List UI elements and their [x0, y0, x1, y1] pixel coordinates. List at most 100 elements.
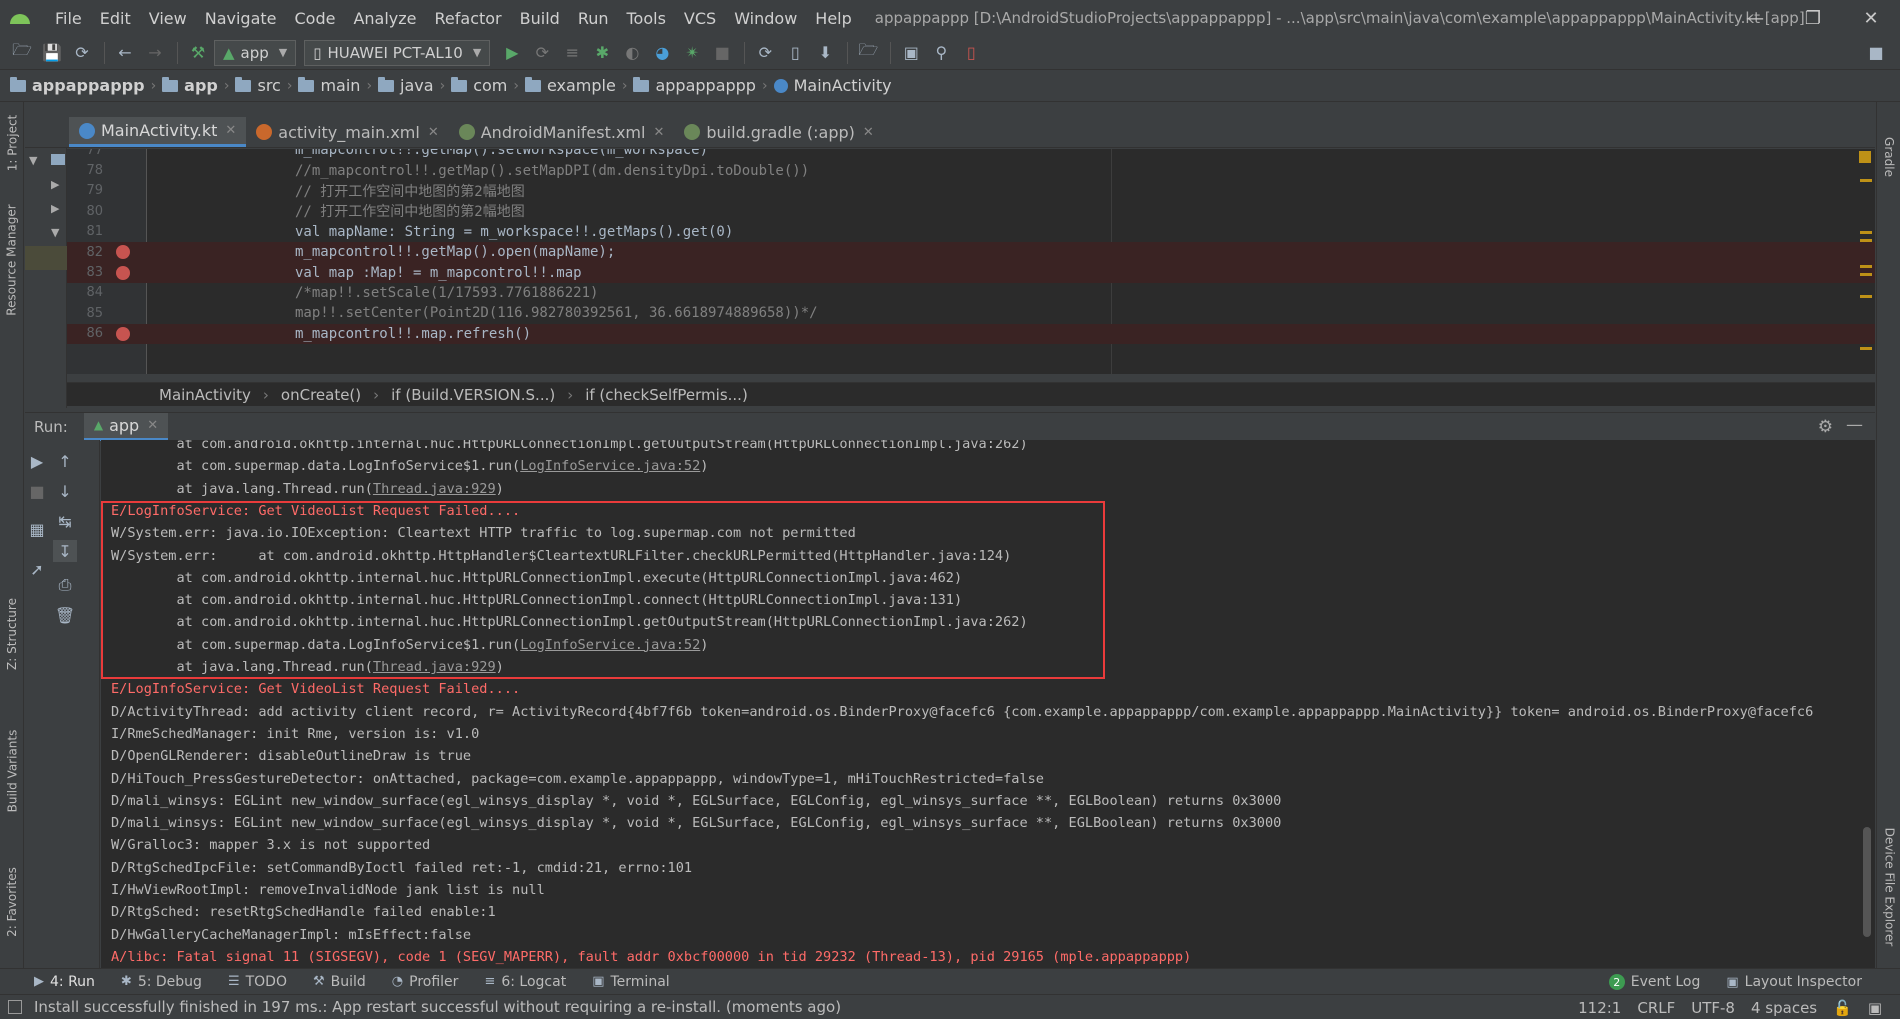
project-structure-icon[interactable]: 🗁: [854, 40, 882, 66]
close-icon[interactable]: ✕: [653, 125, 664, 140]
code-line[interactable]: 79 // 打开工作空间中地图的第2幅地图: [67, 181, 1875, 201]
profile-icon[interactable]: ◕: [648, 40, 676, 66]
error-stripe[interactable]: [1857, 149, 1875, 374]
print-icon[interactable]: ⎙: [53, 574, 77, 596]
menu-navigate[interactable]: Navigate: [196, 9, 286, 28]
sdk-manager-icon[interactable]: ⬇: [811, 40, 839, 66]
breadcrumb-item[interactable]: appappappp: [10, 76, 145, 95]
tool-tab-build-variants[interactable]: Build Variants: [0, 716, 24, 826]
apply-code-changes-icon[interactable]: ≡: [558, 40, 586, 66]
code-line[interactable]: 85 map!!.setCenter(Point2D(116.9827803925…: [67, 303, 1875, 323]
apply-changes-icon[interactable]: ⟳: [528, 40, 556, 66]
event-log-tab[interactable]: 2 Event Log: [1608, 974, 1700, 990]
attach-debugger-icon[interactable]: ✴: [678, 40, 706, 66]
trash-icon[interactable]: 🗑: [53, 604, 77, 626]
search-icon[interactable]: ⚲: [927, 40, 955, 66]
line-separator[interactable]: CRLF: [1637, 999, 1675, 1017]
run-console[interactable]: at com.android.okhttp.internal.huc.HttpU…: [101, 440, 1875, 968]
close-icon[interactable]: ✕: [225, 123, 236, 138]
bottom-tab-profiler[interactable]: ◔ Profiler: [392, 974, 459, 990]
status-message[interactable]: Install successfully finished in 197 ms.…: [34, 998, 841, 1016]
breadcrumb-item[interactable]: app: [162, 76, 218, 95]
code-line[interactable]: 81 val mapName: String = m_workspace!!.ge…: [67, 222, 1875, 242]
editor-crumb[interactable]: if (checkSelfPermis...): [585, 386, 748, 404]
back-arrow-icon[interactable]: ←: [111, 40, 139, 66]
warning-mark[interactable]: [1860, 347, 1872, 350]
breakpoint-icon[interactable]: [116, 326, 130, 341]
tool-tab-favorites[interactable]: 2: Favorites: [0, 852, 24, 952]
tool-tab-device-file-explorer[interactable]: Device File Explorer: [1877, 802, 1900, 972]
stop-icon[interactable]: ■: [25, 480, 49, 502]
restore-icon[interactable]: ❐: [1784, 0, 1842, 36]
code-line[interactable]: 82 m_mapcontrol!!.getMap().open(mapName);: [67, 242, 1875, 263]
menu-edit[interactable]: Edit: [91, 9, 140, 28]
scroll-down-arrow-icon[interactable]: ↓: [53, 480, 77, 502]
warning-mark[interactable]: [1860, 239, 1872, 242]
warning-mark[interactable]: [1860, 265, 1872, 268]
menu-analyze[interactable]: Analyze: [344, 9, 425, 28]
soft-wrap-icon[interactable]: ↹: [53, 510, 77, 532]
warning-mark[interactable]: [1860, 179, 1872, 182]
editor-tab-4[interactable]: build.gradle (:app) ✕: [674, 117, 883, 147]
editor-crumb[interactable]: MainActivity: [159, 386, 251, 404]
menu-build[interactable]: Build: [511, 9, 569, 28]
run-config-select[interactable]: ▲ app ▼: [214, 39, 297, 66]
make-project-hammer-icon[interactable]: ⚒: [184, 40, 212, 66]
menu-vcs[interactable]: VCS: [675, 9, 725, 28]
close-window-icon[interactable]: ✕: [1842, 0, 1900, 36]
coverage-icon[interactable]: ◐: [618, 40, 646, 66]
menu-file[interactable]: File: [46, 9, 91, 28]
user-avatar-icon[interactable]: ■: [1862, 40, 1890, 66]
breakpoint-icon[interactable]: [116, 245, 130, 260]
menu-tools[interactable]: Tools: [618, 9, 675, 28]
debug-bug-icon[interactable]: ✱: [588, 40, 616, 66]
save-all-icon[interactable]: 💾: [38, 40, 66, 66]
menu-run[interactable]: Run: [569, 9, 618, 28]
minimize-icon[interactable]: —: [1726, 0, 1784, 36]
open-folder-icon[interactable]: 🗁: [8, 40, 36, 66]
run-play-icon[interactable]: ▶: [498, 40, 526, 66]
rerun-play-icon[interactable]: ▶: [25, 450, 49, 472]
menu-view[interactable]: View: [140, 9, 196, 28]
warning-mark[interactable]: [1860, 273, 1872, 276]
indent-setting[interactable]: 4 spaces: [1751, 999, 1817, 1017]
editor-crumb[interactable]: onCreate(): [281, 386, 361, 404]
project-panel[interactable]: P ▼ ▶ ▶ ▼: [25, 118, 67, 408]
source-link[interactable]: Thread.java:929: [373, 481, 496, 497]
bottom-tab-terminal[interactable]: ▣ Terminal: [592, 974, 669, 990]
chevron-right-icon[interactable]: ▶: [51, 202, 59, 215]
code-editor[interactable]: 77 m_mapcontrol!!.getMap().setWorkspace(m…: [67, 149, 1875, 374]
code-line[interactable]: 80 // 打开工作空间中地图的第2幅地图: [67, 201, 1875, 221]
editor-tab-3[interactable]: AndroidManifest.xml ✕: [449, 117, 675, 147]
layout-icon[interactable]: ▦: [25, 518, 49, 540]
bottom-tab-run[interactable]: ▶ 4: Run: [34, 974, 95, 990]
close-icon[interactable]: ✕: [863, 125, 874, 140]
memory-indicator-icon[interactable]: ▣: [1868, 999, 1882, 1017]
breadcrumb-item[interactable]: com: [451, 76, 507, 95]
gear-icon[interactable]: ⚙: [1818, 417, 1833, 437]
editor-tab-2[interactable]: activity_main.xml ✕: [246, 117, 448, 147]
bottom-tab-build[interactable]: ⚒ Build: [313, 974, 366, 990]
forward-arrow-icon[interactable]: →: [141, 40, 169, 66]
breadcrumb-item[interactable]: main: [298, 76, 360, 95]
scroll-up-arrow-icon[interactable]: ↑: [53, 450, 77, 472]
pin-icon[interactable]: ➚: [25, 558, 49, 580]
close-icon[interactable]: ✕: [147, 418, 158, 433]
source-link[interactable]: LogInfoService.java:52: [520, 458, 700, 474]
menu-code[interactable]: Code: [286, 9, 345, 28]
selected-tree-row[interactable]: [25, 246, 67, 270]
tool-tab-gradle[interactable]: Gradle: [1877, 122, 1900, 192]
editor-tab-1[interactable]: MainActivity.kt ✕: [69, 117, 247, 147]
scroll-to-end-icon[interactable]: ↧: [53, 540, 77, 562]
console-scrollbar[interactable]: [1863, 827, 1871, 937]
breadcrumb-item[interactable]: src: [235, 76, 281, 95]
caret-position[interactable]: 112:1: [1578, 999, 1621, 1017]
code-line[interactable]: 83 val map :Map! = m_mapcontrol!!.map: [67, 262, 1875, 283]
file-encoding[interactable]: UTF-8: [1691, 999, 1735, 1017]
breadcrumb-item[interactable]: appappappp: [633, 76, 756, 95]
code-line[interactable]: 77 m_mapcontrol!!.getMap().setWorkspace(m…: [67, 149, 1875, 160]
menu-window[interactable]: Window: [725, 9, 806, 28]
warning-mark[interactable]: [1860, 295, 1872, 298]
breadcrumb-item[interactable]: java: [378, 76, 434, 95]
breadcrumb-item[interactable]: MainActivity: [773, 76, 892, 95]
